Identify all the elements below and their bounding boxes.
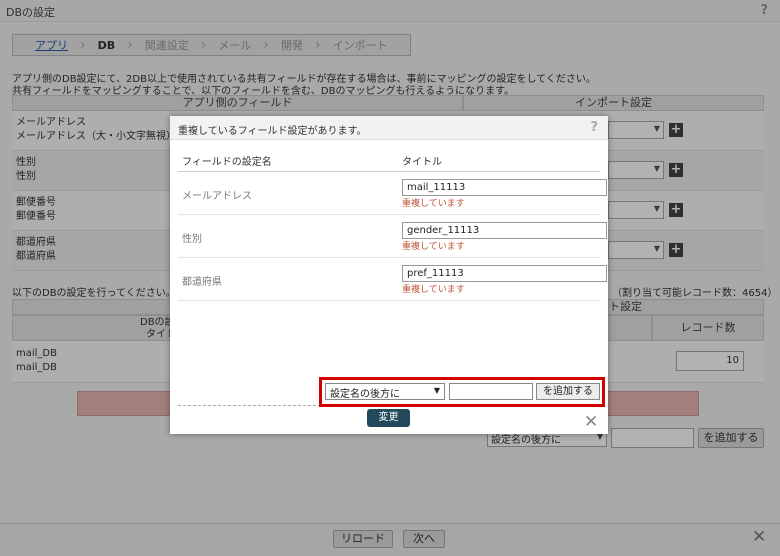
divider: [178, 405, 326, 406]
duplicate-field-dialog: 重複しているフィールド設定があります。 ? フィールドの設定名 タイトル メール…: [170, 116, 608, 434]
dialog-header: 重複しているフィールド設定があります。 ?: [170, 116, 608, 140]
title-input[interactable]: mail_11113: [402, 179, 607, 196]
duplicate-field-name: 都道府県: [182, 277, 222, 288]
dialog-title: 重複しているフィールド設定があります。: [178, 126, 367, 137]
help-icon[interactable]: ?: [590, 120, 598, 135]
duplicate-row: 都道府県 pref_11113 重複しています: [178, 258, 607, 301]
setting-name-input[interactable]: [449, 383, 533, 400]
duplicate-row: 性別 gender_11113 重複しています: [178, 215, 607, 258]
duplicate-row: メールアドレス mail_11113 重複しています: [178, 172, 607, 215]
duplicate-error: 重複しています: [402, 285, 465, 295]
duplicate-error: 重複しています: [402, 199, 465, 209]
col-header-title: タイトル: [402, 157, 442, 168]
change-button[interactable]: 変更: [367, 409, 410, 427]
dialog-table-header: フィールドの設定名 タイトル: [178, 142, 600, 172]
col-header-field-name: フィールドの設定名: [182, 157, 272, 168]
position-select-value: 設定名の後方に: [330, 389, 400, 400]
dropdown-arrow-icon: ▼: [433, 386, 440, 395]
add-setting-button[interactable]: を追加する: [536, 383, 600, 400]
title-input[interactable]: pref_11113: [402, 265, 607, 282]
title-input[interactable]: gender_11113: [402, 222, 607, 239]
close-icon[interactable]: ✕: [584, 412, 598, 432]
position-select[interactable]: 設定名の後方に ▼: [325, 383, 445, 400]
duplicate-field-name: メールアドレス: [182, 191, 252, 202]
duplicate-field-name: 性別: [182, 234, 202, 245]
duplicate-error: 重複しています: [402, 242, 465, 252]
